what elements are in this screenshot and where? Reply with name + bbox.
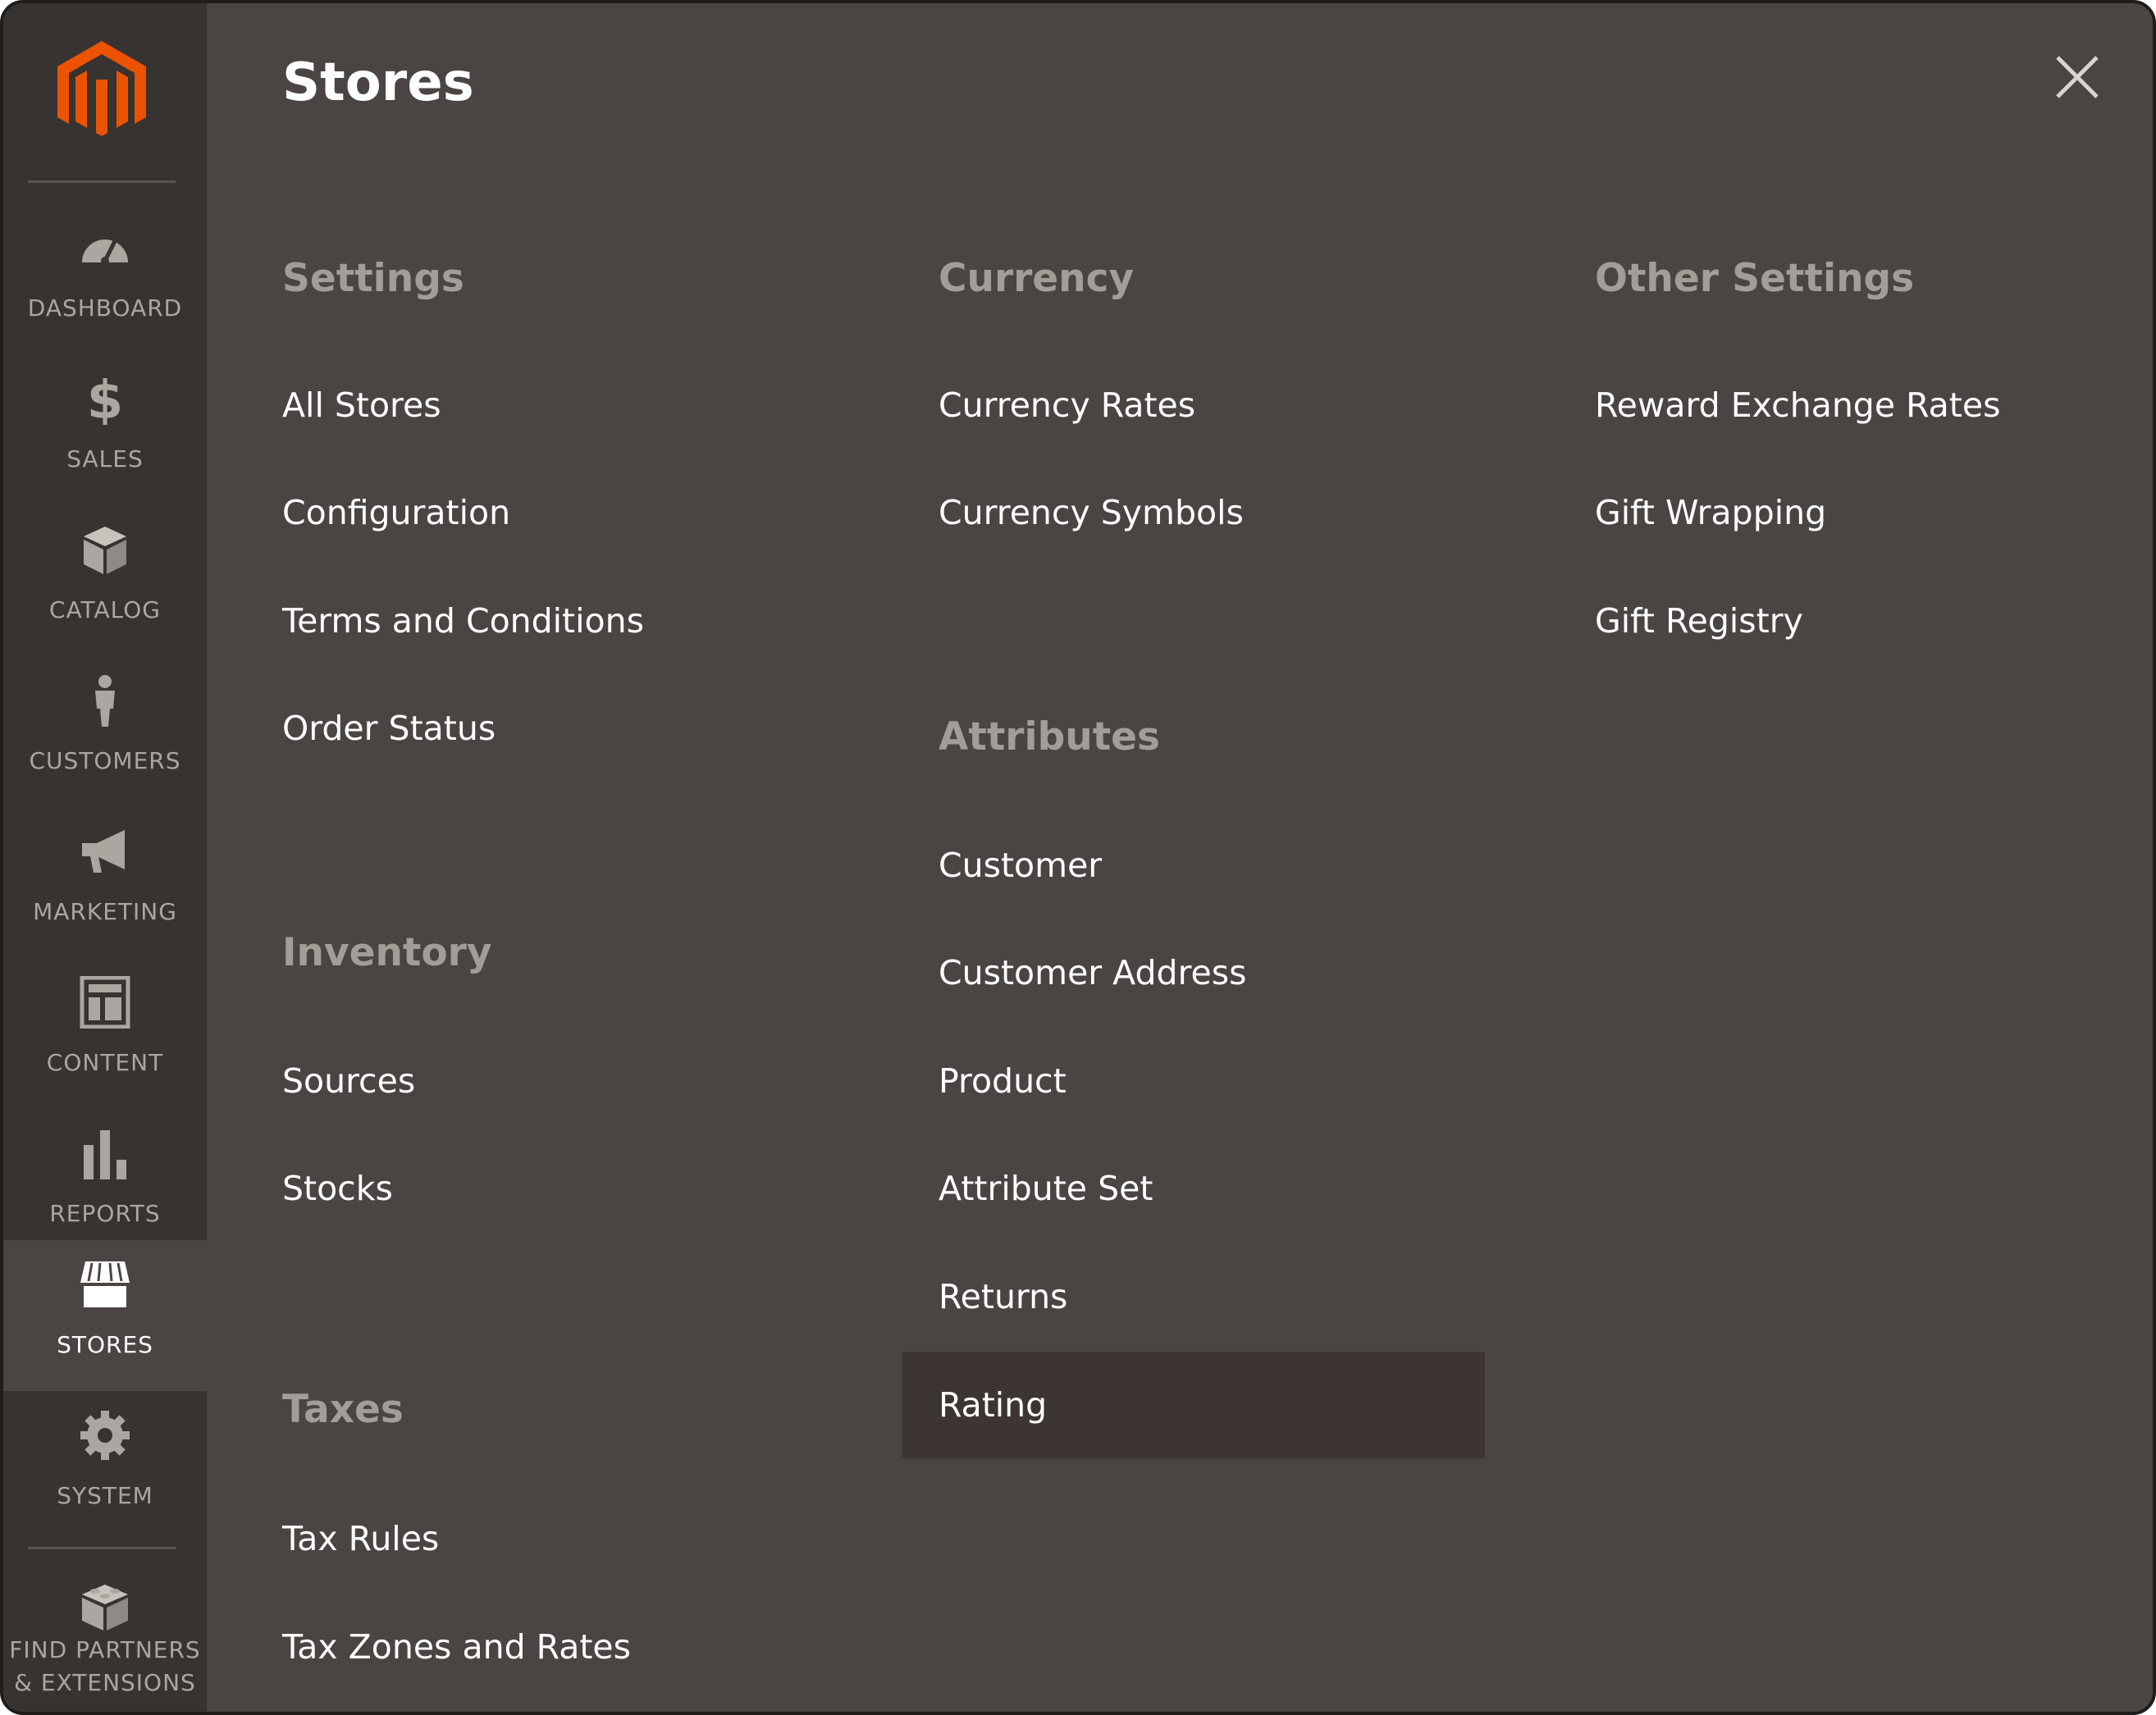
group-heading-taxes: Taxes [282,1387,404,1432]
gear-icon [80,1411,130,1460]
sidebar-item-label: SALES [66,445,144,472]
admin-sidebar: DASHBOARD $ SALES CATALOG CUSTOMERS MARK… [3,3,207,1712]
link-product[interactable]: Product [939,1056,1067,1106]
person-icon [95,675,115,727]
sidebar-item-label: CUSTOMERS [29,747,181,774]
sidebar-item-reports[interactable]: REPORTS [3,1109,207,1260]
admin-window: DASHBOARD $ SALES CATALOG CUSTOMERS MARK… [0,0,2156,1715]
group-heading-settings: Settings [282,256,464,301]
sidebar-item-sales[interactable]: $ SALES [3,354,207,505]
bar-chart-icon [84,1130,126,1179]
link-returns[interactable]: Returns [939,1272,1067,1321]
link-rating[interactable]: Rating [902,1352,1485,1458]
sidebar-item-label: CONTENT [46,1049,164,1076]
box-icon [84,527,126,574]
dollar-icon: $ [87,372,124,425]
sidebar-item-customers[interactable]: CUSTOMERS [3,656,207,807]
link-customer-address[interactable]: Customer Address [939,948,1246,997]
link-customer[interactable]: Customer [939,841,1102,890]
magento-logo[interactable] [51,36,153,143]
sidebar-item-label: DASHBOARD [27,294,183,322]
sidebar-item-label: CATALOG [49,596,161,623]
link-stocks[interactable]: Stocks [282,1164,393,1213]
sidebar-item-label: MARKETING [33,898,177,925]
sidebar-divider-bottom [28,1547,176,1549]
link-tax-rules[interactable]: Tax Rules [282,1514,439,1563]
sidebar-item-label-line-1: FIND PARTNERS [9,1636,201,1663]
link-sources[interactable]: Sources [282,1056,415,1106]
link-attribute-set[interactable]: Attribute Set [939,1164,1153,1213]
link-configuration[interactable]: Configuration [282,488,510,537]
sidebar-item-label-line-2: & EXTENSIONS [14,1669,196,1696]
sidebar-item-content[interactable]: CONTENT [3,958,207,1109]
sidebar-item-system[interactable]: SYSTEM [3,1391,207,1542]
sidebar-item-label: STORES [57,1331,153,1358]
link-currency-symbols[interactable]: Currency Symbols [939,488,1244,537]
close-icon[interactable] [2051,51,2103,103]
storefront-icon [80,1261,130,1307]
sidebar-item-find-partners[interactable]: FIND PARTNERS & EXTENSIONS [3,1562,207,1712]
sidebar-divider-top [28,180,176,183]
layout-icon [80,976,130,1029]
group-heading-other-settings: Other Settings [1595,256,1915,301]
svg-text:$: $ [87,372,124,425]
sidebar-item-marketing[interactable]: MARKETING [3,807,207,958]
sidebar-item-stores[interactable]: STORES [3,1240,207,1391]
link-terms-and-conditions[interactable]: Terms and Conditions [282,596,644,645]
link-all-stores[interactable]: All Stores [282,381,441,430]
link-reward-exchange-rates[interactable]: Reward Exchange Rates [1595,381,2000,430]
group-heading-inventory: Inventory [282,930,492,975]
link-tax-zones-and-rates[interactable]: Tax Zones and Rates [282,1622,631,1672]
blocks-icon [82,1585,128,1631]
group-heading-attributes: Attributes [939,714,1161,759]
sidebar-item-label: REPORTS [49,1200,161,1227]
page-title: Stores [282,52,474,113]
stores-menu-panel: Stores Settings All Stores Configuration… [207,3,2153,1712]
megaphone-icon [82,830,125,873]
link-currency-rates[interactable]: Currency Rates [939,381,1195,430]
sidebar-item-label: SYSTEM [57,1482,153,1509]
link-gift-registry[interactable]: Gift Registry [1595,596,1803,645]
dashboard-icon [82,239,128,265]
group-heading-currency: Currency [939,256,1135,301]
link-order-status[interactable]: Order Status [282,704,496,753]
link-gift-wrapping[interactable]: Gift Wrapping [1595,488,1826,537]
sidebar-item-label: FIND PARTNERS & EXTENSIONS [3,1634,207,1699]
sidebar-item-dashboard[interactable]: DASHBOARD [3,203,207,354]
sidebar-item-catalog[interactable]: CATALOG [3,505,207,656]
